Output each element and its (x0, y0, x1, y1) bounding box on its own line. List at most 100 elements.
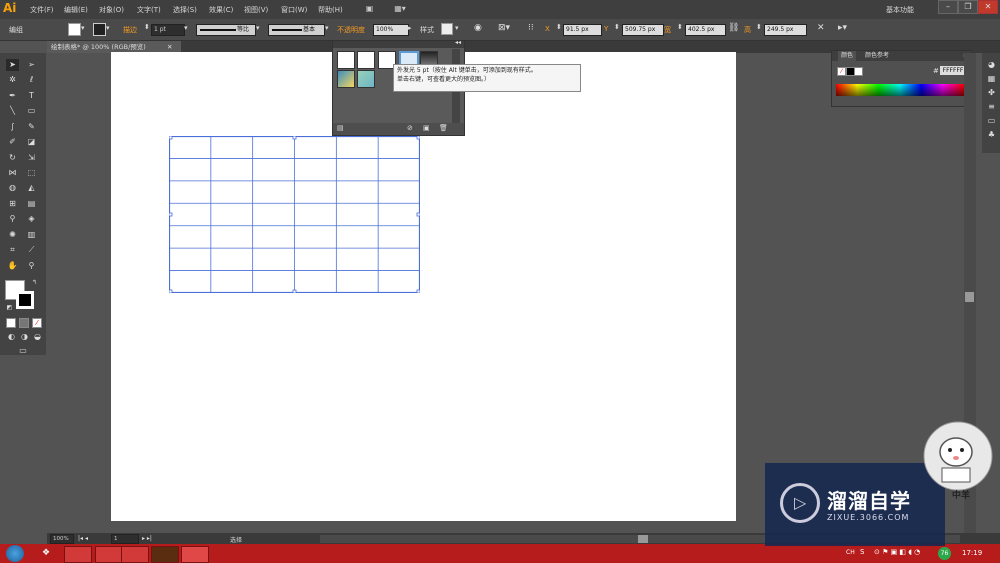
rotate-tool-icon[interactable]: ↻ (6, 152, 19, 164)
stroke-color-box[interactable] (16, 291, 34, 309)
transform-reference-icon[interactable]: ⁝⁝ (528, 23, 534, 33)
swap-fill-stroke-icon[interactable]: ↰ (28, 277, 41, 289)
shape-builder-tool-icon[interactable]: ◍ (6, 182, 19, 194)
minimize-button[interactable]: – (938, 0, 958, 14)
stroke-weight-dropdown-icon[interactable]: ▾ (184, 24, 188, 32)
selection-handle[interactable] (292, 289, 297, 293)
selection-handle[interactable] (416, 289, 420, 293)
opacity-field[interactable]: 100% (373, 24, 409, 36)
menu-effect[interactable]: 效果(C) (209, 5, 233, 15)
stroke-panel-icon[interactable]: ≡ (985, 101, 998, 113)
none-mode-icon[interactable]: ⁄ (32, 318, 42, 328)
gradient-tool-icon[interactable]: ▤ (25, 198, 38, 210)
close-button[interactable]: ✕ (978, 0, 998, 14)
menu-select[interactable]: 选择(S) (173, 5, 197, 15)
app-icon-windows[interactable]: ❖ (42, 548, 50, 558)
brush-definition[interactable]: 基本 (268, 24, 325, 36)
menu-file[interactable]: 文件(F) (30, 5, 54, 15)
vertical-scroll-thumb[interactable] (965, 292, 974, 302)
style-default[interactable] (337, 51, 355, 69)
menu-help[interactable]: 帮助(H) (318, 5, 343, 15)
taskbar-app-browser[interactable] (121, 546, 149, 563)
opacity-label[interactable]: 不透明度 (337, 25, 365, 35)
selection-handle[interactable] (292, 136, 297, 140)
zoom-field[interactable]: 100% (50, 534, 74, 544)
table-grid[interactable] (169, 136, 420, 293)
hex-field[interactable]: FFFFFF (940, 66, 966, 75)
new-style-icon[interactable]: ▣ (423, 124, 430, 132)
width-tool-icon[interactable]: ⋈ (6, 167, 19, 179)
gradient-panel-icon[interactable]: ▭ (985, 115, 998, 127)
zoom-tool-icon[interactable]: ⚲ (25, 260, 38, 272)
eyedropper-tool-icon[interactable]: ⚲ (6, 213, 19, 225)
fill-swatch[interactable] (68, 23, 81, 36)
hand-tool-icon[interactable]: ✋ (6, 260, 19, 272)
selection-handle[interactable] (169, 136, 173, 140)
first-artboard-icon[interactable]: |◂ ◂ (78, 535, 88, 542)
style-libraries-icon[interactable]: ▤ (337, 124, 344, 132)
arrange-documents-icon[interactable]: ▦▾ (390, 3, 410, 15)
transform-icon[interactable]: ✕ (817, 23, 825, 33)
variable-width-profile[interactable]: 等比 (196, 24, 256, 36)
blob-brush-tool-icon[interactable]: ✐ (6, 136, 19, 148)
style-texture-1[interactable] (337, 70, 355, 88)
column-graph-tool-icon[interactable]: ▥ (25, 229, 38, 241)
profile-dropdown-icon[interactable]: ▾ (256, 24, 260, 32)
selection-handle[interactable] (416, 212, 420, 217)
magic-wand-tool-icon[interactable]: ✲ (6, 74, 19, 86)
white-swatch[interactable] (854, 67, 863, 76)
align-icon[interactable]: ⊠▾ (498, 23, 510, 33)
perspective-grid-tool-icon[interactable]: ◭ (25, 182, 38, 194)
draw-normal-icon[interactable]: ◐ (5, 331, 18, 343)
y-field[interactable]: 509.75 px (622, 24, 664, 36)
taskbar-app-illustrator[interactable] (151, 546, 179, 563)
menu-window[interactable]: 窗口(W) (281, 5, 307, 15)
menu-type[interactable]: 文字(T) (137, 5, 161, 15)
x-stepper-icon[interactable]: ⬍ (556, 23, 562, 31)
panel-collapse-icon[interactable]: ◂◂ (455, 39, 461, 46)
paintbrush-tool-icon[interactable]: ∫ (6, 121, 19, 133)
menu-edit[interactable]: 编辑(E) (64, 5, 88, 15)
taskbar-app-chrome[interactable] (95, 546, 123, 563)
none-swatch[interactable]: ⁄ (837, 67, 846, 76)
brushes-panel-icon[interactable]: ✤ (985, 87, 998, 99)
fill-dropdown-icon[interactable]: ▾ (81, 24, 85, 32)
workspace-switcher[interactable]: 基本功能 (886, 5, 914, 15)
menu-view[interactable]: 视图(V) (244, 5, 268, 15)
mesh-tool-icon[interactable]: ⊞ (6, 198, 19, 210)
width-stepper-icon[interactable]: ⬍ (677, 23, 683, 31)
recolor-artwork-icon[interactable]: ◉ (474, 23, 482, 33)
style-dropdown-icon[interactable]: ▾ (455, 24, 459, 32)
tab-color-guide[interactable]: 颜色参考 (865, 51, 889, 61)
restore-button[interactable]: ❐ (958, 0, 978, 14)
artboard-number-field[interactable]: 1 (111, 534, 139, 544)
direct-selection-tool-icon[interactable]: ➢ (25, 59, 38, 71)
draw-behind-icon[interactable]: ◑ (18, 331, 31, 343)
language-indicator[interactable]: CH (846, 549, 855, 556)
draw-inside-icon[interactable]: ◒ (31, 331, 44, 343)
slice-tool-icon[interactable]: ⟋ (25, 244, 38, 256)
stroke-label[interactable]: 描边 (123, 25, 137, 35)
tray-badge[interactable]: 76 (938, 547, 951, 560)
pencil-tool-icon[interactable]: ✎ (25, 121, 38, 133)
default-fill-stroke-icon[interactable]: ◩ (3, 302, 16, 314)
stroke-dropdown-icon[interactable]: ▾ (106, 24, 110, 32)
line-tool-icon[interactable]: ╲ (6, 105, 19, 117)
artboard-tool-icon[interactable]: ⌗ (6, 244, 19, 256)
menu-object[interactable]: 对象(O) (99, 5, 124, 15)
pen-tool-icon[interactable]: ✒ (6, 90, 19, 102)
lasso-tool-icon[interactable]: ℓ (25, 74, 38, 86)
blend-tool-icon[interactable]: ◈ (25, 213, 38, 225)
opacity-dropdown-icon[interactable]: ▸ (408, 24, 412, 32)
height-stepper-icon[interactable]: ⬍ (756, 23, 762, 31)
horizontal-scroll-thumb[interactable] (638, 535, 648, 543)
tab-color[interactable]: 颜色 (838, 51, 857, 61)
panel-header[interactable]: ◂◂ (333, 39, 464, 48)
taskbar-app-powerpoint[interactable] (181, 546, 209, 563)
selection-handle[interactable] (169, 289, 173, 293)
constrain-proportions-icon[interactable]: ⛓ (728, 23, 739, 33)
symbols-panel-icon[interactable]: ♣ (985, 129, 998, 141)
graphic-style-swatch[interactable] (441, 23, 453, 35)
swatches-panel-icon[interactable]: ▦ (985, 73, 998, 85)
height-field[interactable]: 249.5 px (764, 24, 807, 36)
